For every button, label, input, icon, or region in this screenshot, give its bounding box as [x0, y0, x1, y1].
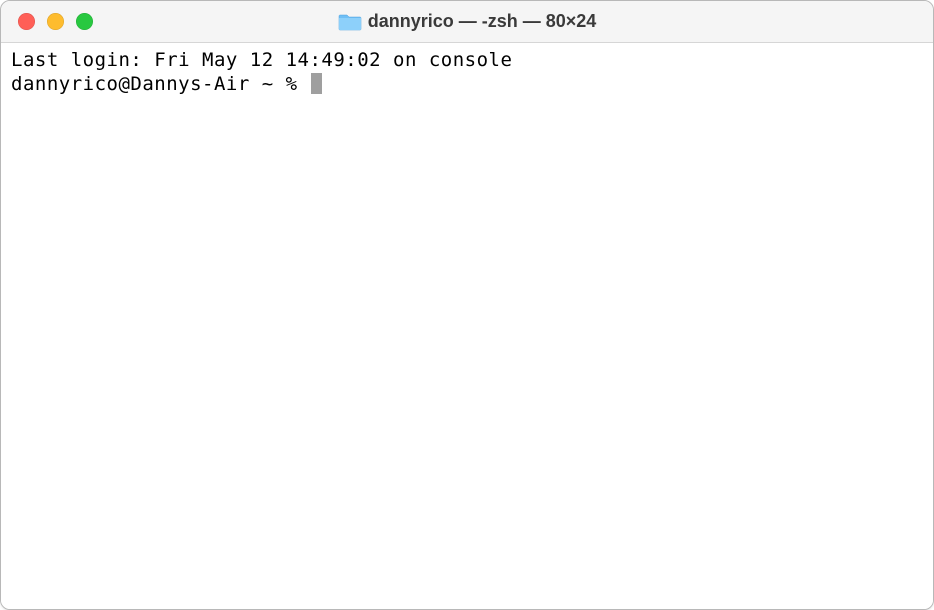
prompt-line: dannyrico@Dannys-Air ~ % [11, 73, 923, 97]
folder-icon [338, 12, 362, 32]
zoom-button[interactable] [76, 13, 93, 30]
title-container: dannyrico — -zsh — 80×24 [1, 11, 933, 32]
close-button[interactable] [18, 13, 35, 30]
cursor [311, 73, 322, 94]
window-title: dannyrico — -zsh — 80×24 [368, 11, 597, 32]
minimize-button[interactable] [47, 13, 64, 30]
last-login-line: Last login: Fri May 12 14:49:02 on conso… [11, 49, 923, 73]
terminal-content[interactable]: Last login: Fri May 12 14:49:02 on conso… [1, 43, 933, 609]
titlebar[interactable]: dannyrico — -zsh — 80×24 [1, 1, 933, 43]
terminal-window: dannyrico — -zsh — 80×24 Last login: Fri… [0, 0, 934, 610]
prompt-text: dannyrico@Dannys-Air ~ % [11, 73, 309, 95]
traffic-lights [1, 13, 93, 30]
